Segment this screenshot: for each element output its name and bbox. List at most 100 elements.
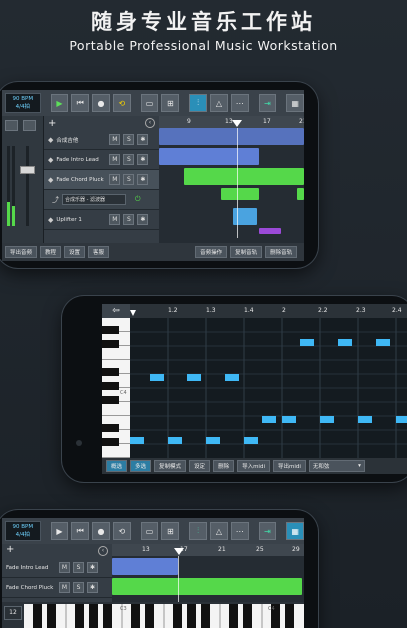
arrangement-grid[interactable] <box>159 128 304 243</box>
pattern-button[interactable]: ⋯ <box>230 94 249 112</box>
track-row[interactable]: Fade Chord Pluck M S ✱ <box>2 578 112 598</box>
track-row[interactable]: ◆ 合成吉他 M S ✱ <box>44 130 159 150</box>
playhead[interactable] <box>232 120 242 127</box>
metronome-button[interactable]: △ <box>210 94 228 112</box>
midi-note[interactable] <box>338 339 352 346</box>
automation-row[interactable]: ⤴ 合成乐器 - 滤波器 ⏻ <box>44 190 159 210</box>
piano-keyboard[interactable]: C4 <box>102 318 130 458</box>
mixer-settings-icon[interactable] <box>5 120 18 131</box>
piano-roll-playhead[interactable] <box>130 310 136 316</box>
export-midi-button[interactable]: 导出midi <box>272 460 306 472</box>
solo-button[interactable]: S <box>73 562 84 573</box>
piano-roll-grid[interactable] <box>130 318 407 458</box>
track-settings-icon[interactable]: ✱ <box>137 174 149 185</box>
mute-button[interactable]: M <box>109 174 121 185</box>
keyboard-arrangement-grid[interactable] <box>112 556 304 602</box>
clip[interactable] <box>259 228 281 234</box>
folder-button[interactable]: ▭ <box>140 94 159 112</box>
support-button[interactable]: 客服 <box>88 246 110 258</box>
folder-button[interactable]: ▭ <box>140 522 159 540</box>
solo-button[interactable]: S <box>123 134 135 145</box>
track-eye-icon[interactable]: ◆ <box>48 216 53 224</box>
solo-button[interactable]: S <box>73 582 84 593</box>
midi-note[interactable] <box>320 416 334 423</box>
track-row[interactable]: ◆ Fade Intro Lead M S ✱ <box>44 150 159 170</box>
bpm-display[interactable]: 90 BPM 4/4拍 <box>5 521 41 541</box>
midi-note[interactable] <box>130 437 144 444</box>
automation-select[interactable]: 合成乐器 - 滤波器 <box>62 194 126 205</box>
clip[interactable] <box>159 128 304 145</box>
midi-note[interactable] <box>168 437 182 444</box>
mixer-button[interactable]: ⫶ <box>189 94 207 112</box>
track-row[interactable]: Fade Intro Lead M S ✱ <box>2 558 112 578</box>
track-row-selected[interactable]: ◆ Fade Chord Pluck M S ✱ <box>44 170 159 190</box>
master-volume-slider[interactable] <box>20 146 35 226</box>
copy-mode-button[interactable]: 复制模式 <box>154 460 187 472</box>
midi-note[interactable] <box>376 339 390 346</box>
solo-button[interactable]: S <box>123 214 135 225</box>
collapse-button[interactable]: ‹ <box>98 546 108 556</box>
clip[interactable] <box>297 188 304 200</box>
loop-button[interactable]: ⟲ <box>112 94 131 112</box>
mute-button[interactable]: M <box>109 134 121 145</box>
midi-note[interactable] <box>282 416 296 423</box>
solo-button[interactable]: S <box>123 174 135 185</box>
bpm-display[interactable]: 90 BPM 4/4拍 <box>5 93 41 113</box>
timeline-ruler[interactable]: 13 17 21 25 29 <box>112 544 304 556</box>
clip[interactable] <box>159 148 259 165</box>
grid-button[interactable]: ⊞ <box>161 94 180 112</box>
rewind-button[interactable]: ⏮ <box>71 522 90 540</box>
grid-button[interactable]: ⊞ <box>161 522 180 540</box>
collapse-button[interactable]: ‹ <box>145 118 155 128</box>
add-track-button[interactable]: + <box>6 544 14 555</box>
chord-select[interactable]: 无和弦 ▾ <box>308 460 365 472</box>
tutorial-button[interactable]: 教程 <box>40 246 62 258</box>
delete-track-button[interactable]: 删除音轨 <box>265 246 298 258</box>
marker-button[interactable]: ⇥ <box>258 94 277 112</box>
track-settings-icon[interactable]: ✱ <box>87 582 98 593</box>
clip[interactable] <box>184 168 304 185</box>
duplicate-track-button[interactable]: 复制音轨 <box>230 246 263 258</box>
add-track-button[interactable]: + <box>48 118 56 129</box>
midi-note[interactable] <box>300 339 314 346</box>
playhead[interactable] <box>174 548 184 555</box>
track-row[interactable]: ◆ Uplifter 1 M S ✱ <box>44 210 159 230</box>
midi-note[interactable] <box>206 437 220 444</box>
delete-button[interactable]: 删除 <box>213 460 235 472</box>
midi-note[interactable] <box>262 416 276 423</box>
multi-select-button[interactable]: 多选 <box>130 460 152 472</box>
octave-indicator[interactable]: 12 <box>4 606 22 620</box>
keyboard-button[interactable]: ▦ <box>286 522 304 540</box>
midi-note[interactable] <box>187 374 201 381</box>
piano-roll-ruler[interactable]: 1.2 1.3 1.4 2 2.2 2.3 2.4 <box>130 304 407 318</box>
mixer-button[interactable]: ⫶ <box>189 522 207 540</box>
pattern-button[interactable]: ⋯ <box>230 522 249 540</box>
track-settings-icon[interactable]: ✱ <box>137 154 149 165</box>
power-icon[interactable]: ⏻ <box>135 195 141 204</box>
record-button[interactable]: ● <box>92 94 110 112</box>
clip[interactable] <box>112 558 178 575</box>
record-button[interactable]: ● <box>92 522 110 540</box>
mute-button[interactable]: M <box>59 582 70 593</box>
track-eye-icon[interactable]: ◆ <box>48 156 53 164</box>
track-eye-icon[interactable]: ◆ <box>48 136 53 144</box>
metronome-button[interactable]: △ <box>210 522 228 540</box>
midi-note[interactable] <box>225 374 239 381</box>
midi-note[interactable] <box>150 374 164 381</box>
midi-note[interactable] <box>396 416 407 423</box>
audio-ops-button[interactable]: 音频操作 <box>195 246 228 258</box>
track-settings-icon[interactable]: ✱ <box>137 214 149 225</box>
mute-button[interactable]: M <box>109 154 121 165</box>
midi-note[interactable] <box>358 416 372 423</box>
solo-button[interactable]: S <box>123 154 135 165</box>
virtual-keyboard[interactable]: C3 C4 <box>24 604 304 628</box>
track-settings-icon[interactable]: ✱ <box>137 134 149 145</box>
midi-note[interactable] <box>244 437 258 444</box>
import-midi-button[interactable]: 导入midi <box>237 460 270 472</box>
track-settings-icon[interactable]: ✱ <box>87 562 98 573</box>
play-button[interactable]: ▶ <box>50 94 69 112</box>
back-button[interactable]: ⇦ <box>102 304 130 318</box>
loop-button[interactable]: ⟲ <box>112 522 131 540</box>
play-button[interactable]: ▶ <box>50 522 69 540</box>
clip[interactable] <box>112 578 302 595</box>
